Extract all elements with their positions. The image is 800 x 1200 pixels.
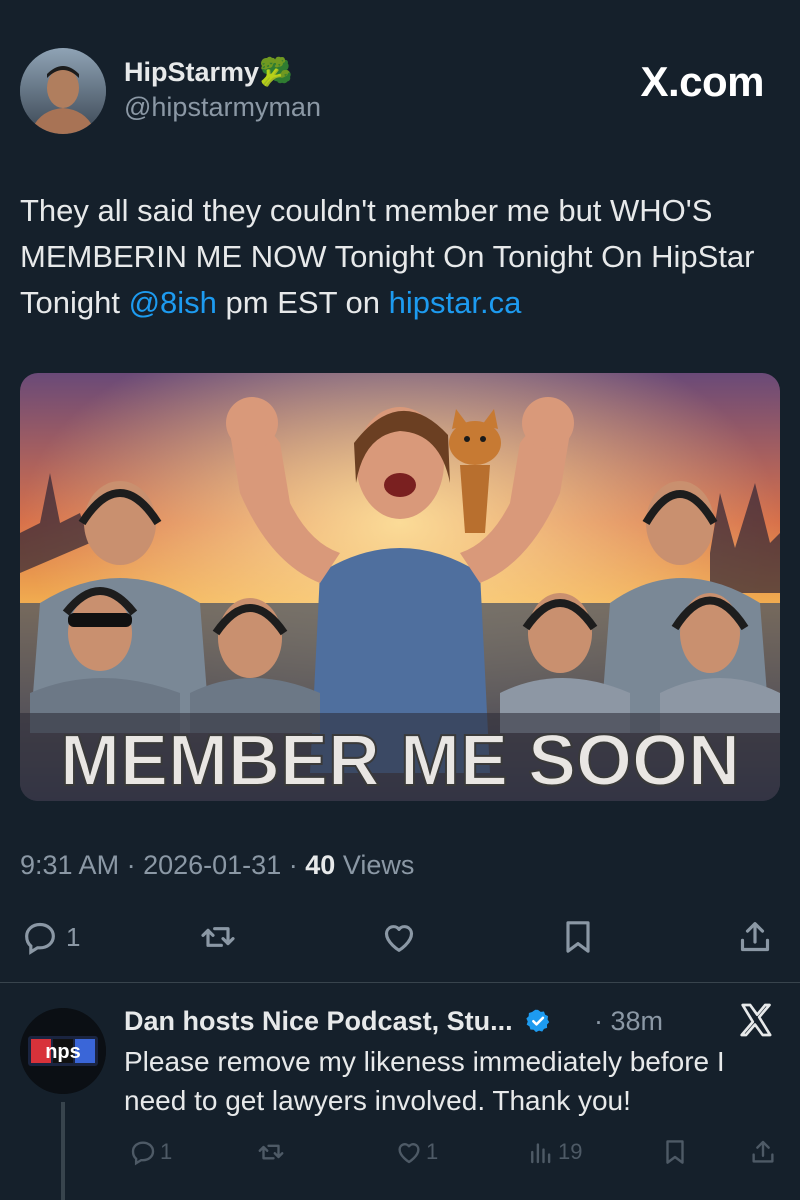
like-button[interactable] bbox=[378, 912, 420, 962]
post-text-part2: pm EST on bbox=[216, 285, 389, 320]
bookmark-button[interactable] bbox=[558, 912, 598, 962]
share-button[interactable] bbox=[735, 912, 775, 962]
post-time[interactable]: 9:31 AM bbox=[20, 850, 119, 880]
share-icon bbox=[752, 1140, 774, 1163]
verified-badge-icon bbox=[526, 1009, 550, 1033]
reply-like-count: 1 bbox=[426, 1139, 439, 1164]
heart-icon bbox=[398, 1143, 420, 1164]
reply-repost-button[interactable] bbox=[256, 1132, 286, 1172]
reply-reply-count: 1 bbox=[160, 1139, 173, 1164]
x-logo-icon bbox=[736, 1000, 776, 1045]
author-name[interactable]: HipStarmy🥦 bbox=[124, 56, 293, 88]
x-brand-logo: X.com bbox=[640, 58, 764, 105]
author-name-text[interactable]: HipStarmy bbox=[124, 57, 259, 87]
post-action-bar: 1 bbox=[0, 912, 800, 962]
bookmark-icon bbox=[666, 1140, 684, 1164]
reply-like-button[interactable]: 1 bbox=[394, 1132, 438, 1172]
reply-reply-button[interactable]: 1 bbox=[128, 1132, 172, 1172]
reply-avatar-text: nps bbox=[45, 1041, 81, 1063]
post-date[interactable]: 2026-01-31 bbox=[143, 850, 281, 880]
reply-author-name[interactable]: Dan hosts Nice Podcast, Stu... bbox=[124, 1006, 552, 1037]
image-caption: MEMBER ME SOON bbox=[60, 721, 740, 801]
views-count: 40 bbox=[305, 850, 336, 880]
reply-author-avatar[interactable]: nps bbox=[20, 1008, 106, 1094]
reply-author-name-text[interactable]: Dan hosts Nice Podcast, Stu... bbox=[124, 1006, 513, 1036]
reply-text: Please remove my likeness immediately be… bbox=[124, 1046, 725, 1116]
broccoli-emoji-icon: 🥦 bbox=[259, 57, 293, 87]
post-image[interactable]: MEMBER ME SOON bbox=[20, 373, 780, 801]
mention-link[interactable]: @8ish bbox=[129, 285, 217, 320]
reply-action-bar: 1 1 19 bbox=[0, 1132, 800, 1172]
reply-icon bbox=[25, 922, 55, 955]
repost-button[interactable] bbox=[197, 912, 239, 962]
meta-separator: · bbox=[126, 850, 136, 880]
reply-share-button[interactable] bbox=[748, 1132, 778, 1172]
reply-bookmark-button[interactable] bbox=[660, 1132, 690, 1172]
reply-button[interactable]: 1 bbox=[20, 912, 80, 962]
repost-icon bbox=[258, 1144, 284, 1160]
reply-views-count: 19 bbox=[558, 1139, 583, 1164]
website-link[interactable]: hipstar.ca bbox=[389, 285, 522, 320]
views-chart-icon bbox=[531, 1143, 551, 1164]
repost-icon bbox=[201, 927, 235, 947]
post-meta: 9:31 AM · 2026-01-31 · 40 Views bbox=[20, 850, 414, 881]
reply-views-button[interactable]: 19 bbox=[526, 1132, 582, 1172]
views-label: Views bbox=[342, 850, 415, 880]
reply-icon bbox=[131, 1141, 155, 1166]
meta-separator: · bbox=[288, 850, 298, 880]
reply-time[interactable]: · 38m bbox=[594, 1006, 663, 1037]
bookmark-icon bbox=[566, 921, 590, 953]
author-handle[interactable]: @hipstarmyman bbox=[124, 92, 321, 123]
post-text: They all said they couldn't member me bu… bbox=[20, 188, 780, 326]
author-avatar[interactable] bbox=[20, 48, 106, 134]
reply-count: 1 bbox=[66, 921, 81, 952]
share-icon bbox=[740, 922, 770, 952]
heart-icon bbox=[384, 925, 414, 952]
divider bbox=[0, 982, 800, 983]
